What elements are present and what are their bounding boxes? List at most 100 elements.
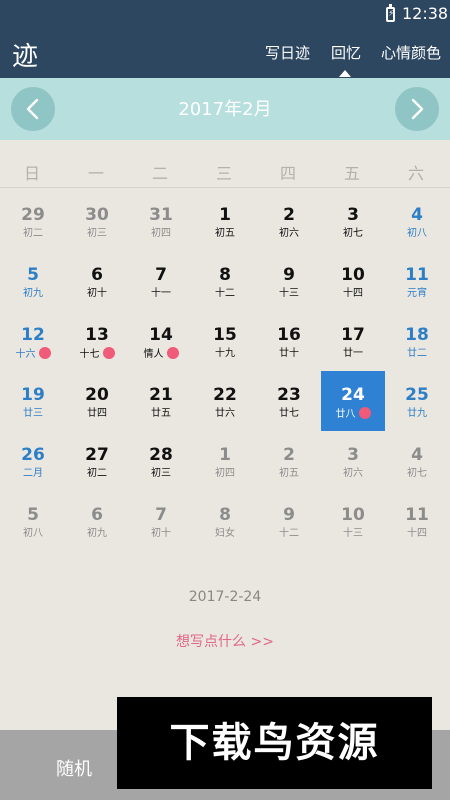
day-cell[interactable]: 18 廿二 <box>385 311 449 371</box>
day-cell[interactable]: 7 初十 <box>129 491 193 551</box>
write-something-link[interactable]: 想写点什么 >> <box>0 631 450 651</box>
lunar-date: 十一 <box>129 287 193 301</box>
day-number: 20 <box>85 385 109 405</box>
day-cell[interactable]: 3 初七 <box>321 191 385 251</box>
day-cell[interactable]: 23 廿七 <box>257 371 321 431</box>
lunar-label: 十七 <box>79 349 100 360</box>
day-cell[interactable]: 31 初四 <box>129 191 193 251</box>
lunar-label: 二月 <box>23 468 43 479</box>
lunar-label: 妇女 <box>215 528 235 539</box>
day-cell[interactable]: 10 十三 <box>321 491 385 551</box>
day-cell[interactable]: 26 二月 <box>1 431 65 491</box>
lunar-date: 十三 <box>257 287 321 301</box>
day-cell[interactable]: 2 初五 <box>257 431 321 491</box>
day-cell[interactable]: 8 十二 <box>193 251 257 311</box>
active-tab-indicator <box>339 70 351 77</box>
day-number: 23 <box>277 385 301 405</box>
day-number: 1 <box>219 445 231 465</box>
day-cell[interactable]: 17 廿一 <box>321 311 385 371</box>
day-cell[interactable]: 4 初七 <box>385 431 449 491</box>
lunar-date: 初九 <box>65 527 129 541</box>
day-cell[interactable]: 4 初八 <box>385 191 449 251</box>
day-cell[interactable]: 28 初三 <box>129 431 193 491</box>
day-cell[interactable]: 3 初六 <box>321 431 385 491</box>
day-cell[interactable]: 9 十三 <box>257 251 321 311</box>
day-cell[interactable]: 20 廿四 <box>65 371 129 431</box>
day-cell[interactable]: 19 廿三 <box>1 371 65 431</box>
day-number: 26 <box>21 445 45 465</box>
day-number: 4 <box>411 205 423 225</box>
lunar-label: 初九 <box>87 528 107 539</box>
day-cell[interactable]: 10 十四 <box>321 251 385 311</box>
status-bar: ⚡ 12:38 <box>0 0 450 28</box>
day-cell[interactable]: 16 廿十 <box>257 311 321 371</box>
lunar-date: 初四 <box>193 467 257 481</box>
day-number: 29 <box>21 205 45 225</box>
lunar-date: 十二 <box>193 287 257 301</box>
day-number: 9 <box>283 505 295 525</box>
day-number: 11 <box>405 265 429 285</box>
weekday-label: 五 <box>343 164 360 183</box>
day-cell[interactable]: 11 元宵 <box>385 251 449 311</box>
day-number: 7 <box>155 505 167 525</box>
day-number: 4 <box>411 445 423 465</box>
weekday-label: 六 <box>407 164 424 183</box>
tab-write-diary[interactable]: 写日迹 <box>265 42 310 63</box>
day-cell[interactable]: 7 十一 <box>129 251 193 311</box>
day-cell[interactable]: 22 廿六 <box>193 371 257 431</box>
day-cell[interactable]: 14 情人 <box>129 311 193 371</box>
lunar-label: 廿六 <box>215 408 235 419</box>
day-cell[interactable]: 5 初九 <box>1 251 65 311</box>
day-number: 9 <box>283 265 295 285</box>
lunar-label: 十三 <box>343 528 363 539</box>
lunar-label: 情人 <box>143 349 164 360</box>
day-number: 5 <box>27 505 39 525</box>
lunar-label: 十四 <box>343 288 363 299</box>
day-cell[interactable]: 30 初三 <box>65 191 129 251</box>
day-number: 13 <box>85 325 109 345</box>
day-number: 16 <box>277 325 301 345</box>
day-cell[interactable]: 6 初九 <box>65 491 129 551</box>
day-cell[interactable]: 12 十六 <box>1 311 65 371</box>
day-cell[interactable]: 11 十四 <box>385 491 449 551</box>
day-cell[interactable]: 1 初五 <box>193 191 257 251</box>
next-month-button[interactable] <box>395 87 439 131</box>
tab-memories[interactable]: 回忆 <box>331 42 361 63</box>
day-number: 3 <box>347 205 359 225</box>
day-cell[interactable]: 6 初十 <box>65 251 129 311</box>
lunar-date: 十六 <box>1 347 65 362</box>
month-title: 2017年2月 <box>178 99 272 120</box>
day-cell[interactable]: 15 十九 <box>193 311 257 371</box>
lunar-label: 初三 <box>87 228 107 239</box>
lunar-date: 廿八 <box>321 407 385 422</box>
lunar-date: 廿四 <box>65 407 129 421</box>
lunar-date: 初五 <box>193 227 257 241</box>
day-cell[interactable]: 1 初四 <box>193 431 257 491</box>
day-cell[interactable]: 5 初八 <box>1 491 65 551</box>
day-cell[interactable]: 13 十七 <box>65 311 129 371</box>
lunar-label: 十二 <box>279 528 299 539</box>
lunar-label: 廿七 <box>279 408 299 419</box>
day-cell[interactable]: 21 廿五 <box>129 371 193 431</box>
lunar-label: 十四 <box>407 528 427 539</box>
lunar-date: 廿九 <box>385 407 449 421</box>
random-button[interactable]: 随机 <box>56 755 92 781</box>
day-number: 1 <box>219 205 231 225</box>
lunar-date: 初十 <box>129 527 193 541</box>
day-number: 14 <box>149 325 173 345</box>
app-bar: 迹 写日迹 回忆 心情颜色 <box>0 28 450 78</box>
selected-day-cell[interactable]: 24 廿八 <box>321 371 385 431</box>
lunar-date: 情人 <box>129 347 193 362</box>
day-cell[interactable]: 9 十二 <box>257 491 321 551</box>
lunar-label: 十三 <box>279 288 299 299</box>
day-cell[interactable]: 29 初二 <box>1 191 65 251</box>
day-cell[interactable]: 27 初二 <box>65 431 129 491</box>
watermark-banner: 下载鸟资源 <box>117 697 432 789</box>
tab-mood-colors[interactable]: 心情颜色 <box>381 42 441 63</box>
day-cell[interactable]: 2 初六 <box>257 191 321 251</box>
day-cell[interactable]: 8 妇女 <box>193 491 257 551</box>
day-number: 31 <box>149 205 173 225</box>
day-number: 11 <box>405 505 429 525</box>
lunar-date: 初三 <box>129 467 193 481</box>
day-cell[interactable]: 25 廿九 <box>385 371 449 431</box>
